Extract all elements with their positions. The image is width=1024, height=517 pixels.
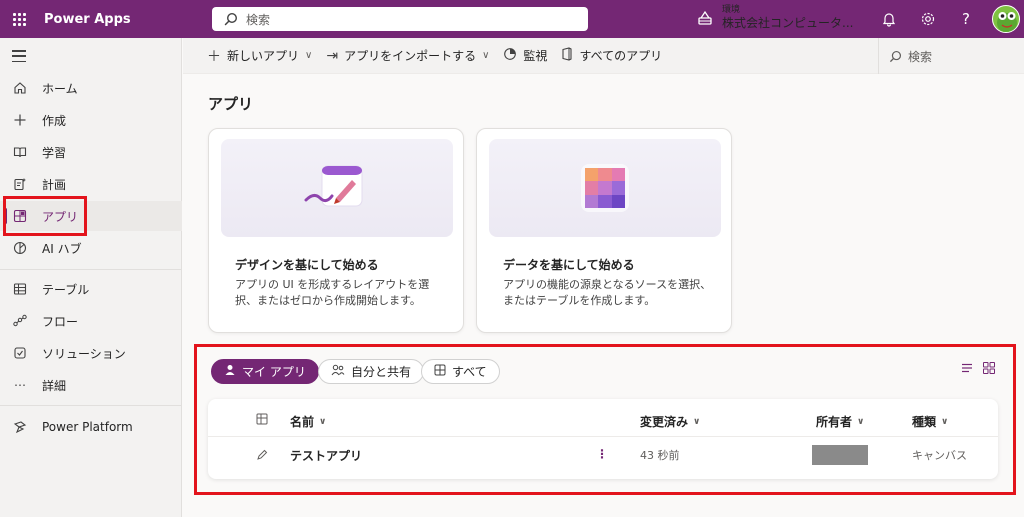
- chevron-down-icon: ∨: [482, 50, 490, 61]
- monitor-label: 監視: [523, 49, 548, 63]
- left-nav: ホーム 作成 学習 計画 アプリ AI ハブ テーブル フロー ソリューション …: [0, 38, 182, 517]
- plus-icon: [12, 112, 28, 128]
- card-title: データを基にして始める: [503, 258, 635, 272]
- page-title: アプリ: [208, 95, 254, 113]
- nav-item-learn[interactable]: 学習: [0, 137, 182, 167]
- data-card-illustration: [489, 139, 721, 237]
- nav-item-label: ソリューション: [42, 346, 126, 361]
- plus-icon: ＋: [207, 48, 221, 65]
- office-icon: [561, 46, 573, 65]
- import-app-label: アプリをインポートする: [344, 49, 477, 63]
- card-description: アプリの機能の源泉となるソースを選択、またはテーブルを作成します。: [503, 278, 712, 307]
- plan-icon: [12, 176, 28, 192]
- card-description: アプリの UI を形成するレイアウトを選択、またはゼロから作成開始します。: [235, 278, 430, 307]
- command-search-input[interactable]: 検索: [878, 38, 1024, 74]
- command-bar: ＋ 新しいアプリ ∨ ⇥ アプリをインポートする ∨ 監視 すべてのアプリ 検索: [183, 38, 1024, 74]
- highlight-box-apps-nav: [3, 196, 87, 236]
- nav-item-label: フロー: [42, 314, 79, 329]
- all-apps-label: すべてのアプリ: [579, 49, 663, 63]
- search-icon: [224, 12, 238, 26]
- global-search-input[interactable]: 検索: [212, 7, 588, 31]
- book-icon: [12, 144, 28, 160]
- power-platform-icon: [12, 419, 28, 435]
- nav-item-label: 学習: [42, 145, 67, 160]
- nav-item-power-platform[interactable]: Power Platform: [0, 412, 182, 442]
- card-title: デザインを基にして始める: [235, 258, 379, 272]
- nav-item-label: 作成: [42, 113, 67, 128]
- nav-item-label: 計画: [42, 177, 67, 192]
- new-app-label: 新しいアプリ: [227, 49, 300, 63]
- user-avatar[interactable]: [992, 5, 1020, 33]
- start-from-data-card[interactable]: データを基にして始める アプリの機能の源泉となるソースを選択、またはテーブルを作…: [476, 128, 732, 333]
- nav-item-label: 詳細: [42, 378, 67, 393]
- notification-bell-icon[interactable]: [880, 10, 898, 28]
- nav-item-ai-hub[interactable]: AI ハブ: [0, 233, 182, 263]
- import-icon: ⇥: [326, 47, 339, 64]
- design-canvas-icon: [304, 165, 363, 207]
- hamburger-menu-icon[interactable]: [12, 50, 26, 62]
- app-name[interactable]: Power Apps: [44, 12, 212, 27]
- nav-item-flows[interactable]: フロー: [0, 306, 182, 336]
- nav-divider: [0, 269, 182, 270]
- more-icon: ⋯: [14, 378, 26, 392]
- nav-divider: [0, 405, 182, 406]
- nav-item-more[interactable]: ⋯ 詳細: [0, 370, 182, 400]
- all-apps-button[interactable]: すべてのアプリ: [561, 46, 663, 65]
- command-search-placeholder: 検索: [908, 49, 933, 64]
- table-icon: [12, 281, 28, 297]
- solution-icon: [12, 345, 28, 361]
- global-search-placeholder: 検索: [246, 12, 271, 27]
- nav-item-home[interactable]: ホーム: [0, 73, 182, 103]
- environment-value: 株式会社コンピュータ...: [722, 16, 854, 30]
- highlight-box-apps-list: [194, 344, 1016, 495]
- environment-icon: [698, 10, 712, 25]
- monitor-button[interactable]: 監視: [503, 47, 547, 65]
- ai-hub-icon: [12, 240, 28, 256]
- nav-item-plan[interactable]: 計画: [0, 169, 182, 199]
- start-from-design-card[interactable]: デザインを基にして始める アプリの UI を形成するレイアウトを選択、またはゼロ…: [208, 128, 464, 333]
- environment-picker[interactable]: 環境 株式会社コンピュータ...: [696, 5, 853, 31]
- nav-item-create[interactable]: 作成: [0, 105, 182, 135]
- nav-item-label: テーブル: [42, 282, 90, 297]
- chevron-down-icon: ∨: [305, 50, 313, 61]
- import-app-button[interactable]: ⇥ アプリをインポートする ∨: [326, 47, 489, 64]
- help-icon[interactable]: ?: [957, 10, 975, 28]
- nav-item-label: ホーム: [42, 81, 78, 96]
- nav-item-label: Power Platform: [42, 420, 133, 434]
- search-icon: [889, 50, 902, 62]
- nav-item-label: AI ハブ: [42, 241, 82, 256]
- monitor-icon: [503, 47, 517, 65]
- settings-gear-icon[interactable]: [919, 10, 937, 28]
- new-app-button[interactable]: ＋ 新しいアプリ ∨: [207, 46, 312, 66]
- nav-item-solutions[interactable]: ソリューション: [0, 338, 182, 368]
- flow-icon: [12, 313, 28, 329]
- nav-item-tables[interactable]: テーブル: [0, 274, 182, 304]
- environment-label: 環境: [722, 5, 741, 15]
- home-icon: [12, 80, 28, 96]
- data-grid-icon: [581, 164, 629, 212]
- design-card-illustration: [221, 139, 453, 237]
- app-launcher-icon[interactable]: [0, 0, 38, 38]
